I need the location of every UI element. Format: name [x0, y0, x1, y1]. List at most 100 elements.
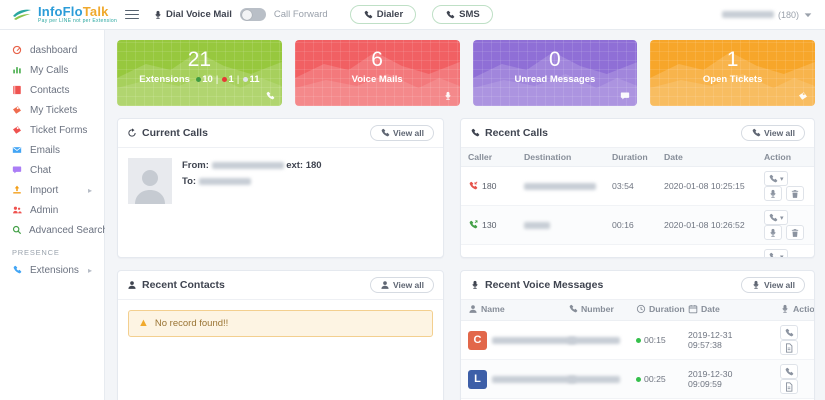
call-button[interactable]	[780, 364, 798, 379]
stat-card-label: Extensions 10|1|11	[117, 74, 282, 85]
caret-down-icon	[803, 10, 813, 20]
calendar-icon	[688, 304, 698, 314]
file-button[interactable]	[780, 379, 798, 394]
sidebar-item-contacts[interactable]: Contacts	[0, 80, 104, 100]
microphone-icon	[153, 10, 163, 20]
delete-button[interactable]	[786, 186, 804, 201]
column-header: Duration	[605, 148, 657, 167]
recent-calls-title: Recent Calls	[470, 127, 548, 139]
call-button[interactable]	[780, 325, 798, 340]
recent-call-row: 180 03:54 2020-01-08 10:25:15 ▾	[461, 167, 814, 206]
current-calls-panel: Current Calls View all From:	[117, 118, 444, 258]
upload-icon	[12, 185, 23, 195]
recent-voice-messages-view-all-button[interactable]: View all	[741, 277, 805, 293]
recent-calls-view-all-button[interactable]: View all	[741, 125, 805, 141]
stat-card-value: 1	[650, 48, 815, 71]
sidebar-item-import[interactable]: Import▸	[0, 180, 104, 200]
sidebar-item-my-tickets[interactable]: My Tickets	[0, 100, 104, 120]
stat-card-unread-messages[interactable]: 0 Unread Messages	[473, 40, 638, 106]
call-duration: 00:16	[605, 206, 657, 245]
ticket-icon	[12, 125, 23, 135]
sidebar-item-extensions[interactable]: Extensions▸	[0, 260, 104, 280]
recent-contacts-panel: Recent Contacts View all ▲ No record fou…	[117, 270, 444, 400]
message-duration: 00:15	[644, 335, 666, 345]
logo-text-secondary: Talk	[83, 4, 109, 19]
recent-voice-messages-panel: Recent Voice Messages View all NameNumbe…	[460, 270, 815, 400]
sidebar-item-label: My Calls	[30, 65, 68, 76]
stat-card-open-tickets[interactable]: 1 Open Tickets	[650, 40, 815, 106]
contact-avatar: C	[468, 331, 487, 350]
logo-text-primary: InfoFlo	[38, 4, 83, 19]
current-calls-view-all-button[interactable]: View all	[370, 125, 434, 141]
recent-contacts-view-all-button[interactable]: View all	[370, 277, 434, 293]
column-header: Number	[581, 304, 614, 314]
recent-calls-panel: Recent Calls View all CallerDestinationD…	[460, 118, 815, 258]
dial-voice-mail-label: Dial Voice Mail	[153, 9, 232, 20]
phone-icon	[12, 265, 23, 275]
status-dot	[636, 377, 641, 382]
clock-icon	[636, 304, 646, 314]
microphone-icon	[751, 280, 761, 290]
microphone-icon	[470, 280, 480, 290]
call-date: 2020-01-08 10:25:15	[657, 167, 757, 206]
dialer-button[interactable]: Dialer	[350, 5, 416, 24]
voicemail-button[interactable]	[764, 186, 782, 201]
ticket-icon	[798, 91, 808, 101]
stat-card-value: 6	[295, 48, 460, 71]
stat-card-label: Open Tickets	[650, 74, 815, 85]
sms-button[interactable]: SMS	[432, 5, 493, 24]
call-date: 2020-01-07 18:02:24	[657, 245, 757, 259]
outgoing-call-icon	[468, 220, 478, 230]
current-call-from: From: ext: 180	[182, 158, 322, 174]
from-number-redacted	[212, 162, 284, 169]
sidebar-item-label: Chat	[30, 165, 51, 176]
caller-number: 180	[482, 181, 497, 191]
sidebar-item-dashboard[interactable]: dashboard	[0, 40, 104, 60]
app-logo[interactable]: InfoFloTalk Pay per LINE not per Extensi…	[12, 5, 117, 24]
message-date: 2019-12-30 09:09:59	[681, 360, 773, 399]
contact-name-redacted	[492, 376, 576, 383]
user-menu[interactable]: (180)	[722, 10, 813, 20]
menu-toggle-icon[interactable]	[125, 7, 139, 22]
person-icon	[127, 280, 137, 290]
users-gear-icon	[12, 205, 23, 215]
chat-icon	[620, 91, 630, 101]
phone-icon	[363, 10, 373, 20]
sidebar-item-advanced-search[interactable]: Advanced Search	[0, 220, 104, 240]
call-forward-toggle[interactable]	[240, 8, 266, 21]
delete-button[interactable]	[786, 225, 804, 240]
ticket-icon	[12, 105, 23, 115]
call-date: 2020-01-08 10:26:52	[657, 206, 757, 245]
stat-card-extensions[interactable]: 21 Extensions 10|1|11	[117, 40, 282, 106]
microphone-icon	[443, 91, 453, 101]
phone-icon	[265, 91, 275, 101]
recent-calls-table: CallerDestinationDurationDateAction 180 …	[461, 148, 814, 258]
phone-dropdown-button[interactable]: ▾	[764, 171, 788, 186]
sidebar: dashboard My Calls Contacts My Tickets Ticke…	[0, 30, 105, 400]
person-icon	[468, 304, 478, 314]
column-header: Action	[757, 148, 814, 167]
phone-dropdown-button[interactable]: ▾	[764, 210, 788, 225]
phone-dropdown-button[interactable]: ▾	[764, 249, 788, 258]
refresh-icon	[127, 128, 137, 138]
sidebar-item-chat[interactable]: Chat	[0, 160, 104, 180]
sidebar-item-label: Emails	[30, 145, 60, 156]
sidebar-item-ticket-forms[interactable]: Ticket Forms	[0, 120, 104, 140]
call-duration: 03:54	[605, 167, 657, 206]
destination-redacted	[524, 222, 550, 229]
sidebar-item-label: Contacts	[30, 85, 69, 96]
sidebar-item-emails[interactable]: Emails	[0, 140, 104, 160]
chart-icon	[12, 65, 23, 75]
voicemail-button[interactable]	[764, 225, 782, 240]
file-button[interactable]	[780, 340, 798, 355]
sidebar-item-label: Extensions	[30, 265, 79, 276]
message-date: 2019-12-31 09:57:38	[681, 321, 773, 360]
sidebar-item-label: Ticket Forms	[30, 125, 87, 136]
phone-icon	[445, 10, 455, 20]
stat-card-voice-mails[interactable]: 6 Voice Mails	[295, 40, 460, 106]
sidebar-item-label: Import	[30, 185, 58, 196]
sidebar-item-admin[interactable]: Admin	[0, 200, 104, 220]
sidebar-item-label: My Tickets	[30, 105, 77, 116]
sidebar-item-my-calls[interactable]: My Calls	[0, 60, 104, 80]
column-header: Date	[657, 148, 757, 167]
